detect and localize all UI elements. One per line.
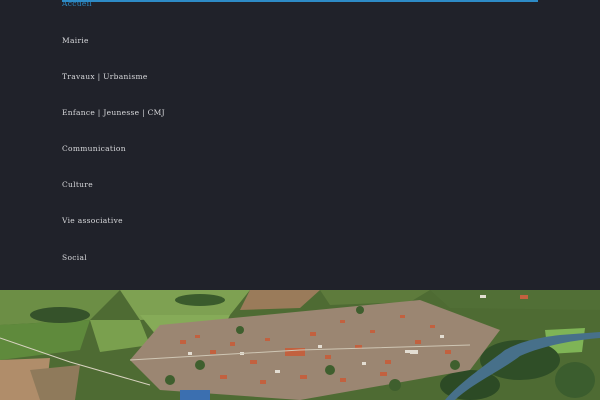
menu-item-vie-associative[interactable]: Vie associative (62, 216, 123, 226)
menu-item-travaux-urbanisme[interactable]: Travaux | Urbanisme (62, 72, 148, 82)
page: Accueil Mairie Travaux | Urbanisme Enfan… (0, 0, 600, 400)
menu-item-social[interactable]: Social (62, 253, 87, 263)
aerial-town-illustration (0, 290, 600, 400)
menu-item-mairie[interactable]: Mairie (62, 36, 89, 46)
hero-aerial-town-image (0, 290, 600, 400)
main-navigation-menu: Accueil Mairie Travaux | Urbanisme Enfan… (0, 0, 600, 290)
menu-item-enfance-jeunesse-cmj[interactable]: Enfance | Jeunesse | CMJ (62, 108, 165, 118)
menu-item-accueil[interactable]: Accueil (62, 0, 92, 9)
menu-item-communication[interactable]: Communication (62, 144, 126, 154)
active-indicator-line (62, 0, 538, 2)
menu-item-culture[interactable]: Culture (62, 180, 93, 190)
